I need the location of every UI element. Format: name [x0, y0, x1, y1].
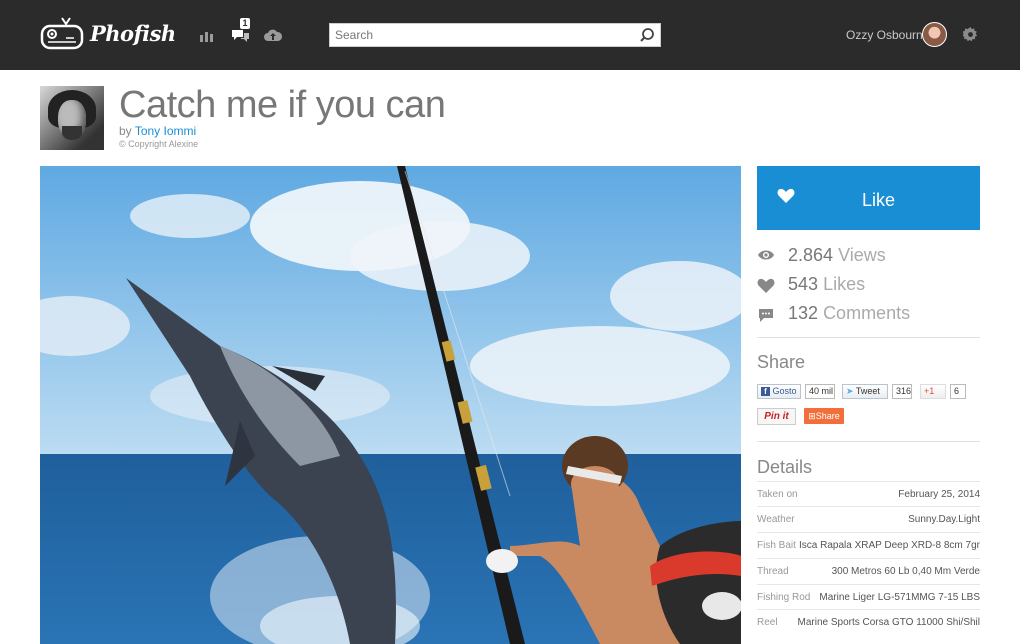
byline: by Tony Iommi: [119, 124, 196, 138]
detail-row-fishing-rod: Fishing Rod Marine Liger LG-571MMG 7-15 …: [757, 584, 980, 609]
detail-value: 300 Metros 60 Lb 0,40 Mm Verde: [831, 566, 980, 577]
marlin-fishing-photo: [40, 166, 741, 644]
detail-row-weather: Weather Sunny.Day.Light: [757, 506, 980, 531]
detail-key: Fish Bait: [757, 540, 796, 551]
facebook-label: Gosto: [772, 386, 797, 396]
tweet-count: 316: [892, 384, 912, 399]
pinterest-button[interactable]: Pin it: [757, 408, 796, 425]
google-plus-count: 6: [950, 384, 966, 399]
likes-count: 543: [788, 274, 819, 294]
detail-key: Weather: [757, 514, 795, 525]
like-button[interactable]: Like: [757, 166, 980, 230]
views-label: Views: [838, 245, 886, 265]
by-label: by: [119, 124, 132, 138]
tweet-button[interactable]: ➤ Tweet: [842, 384, 888, 399]
gplus-label: +1: [924, 386, 935, 396]
share-button[interactable]: ⊞Share: [804, 408, 844, 424]
upload-nav-button[interactable]: [263, 27, 283, 45]
logo-text: Phofish: [90, 20, 176, 46]
bar-chart-icon: [200, 32, 213, 42]
facebook-count: 40 mil: [805, 384, 835, 399]
notification-badge: 1: [240, 18, 250, 29]
eye-icon: [758, 250, 774, 260]
like-label: Like: [861, 190, 896, 210]
author-avatar[interactable]: [40, 86, 104, 150]
detail-value: Marine Sports Corsa GTO 11000 Shi/Shil: [797, 617, 981, 628]
whale-logo-icon: [40, 17, 84, 50]
detail-key: Taken on: [757, 489, 798, 500]
search-icon[interactable]: [639, 27, 655, 43]
detail-row-thread: Thread 300 Metros 60 Lb 0,40 Mm Verde: [757, 558, 980, 583]
search-box: [329, 23, 661, 47]
views-count: 2.864: [788, 245, 834, 265]
detail-row-fish-bait: Fish Bait Isca Rapala XRAP Deep XRD-8 8c…: [757, 532, 980, 557]
copyright-text: © Copyright Alexine: [119, 139, 199, 149]
comment-icon: [759, 309, 773, 322]
google-plus-button[interactable]: +1: [920, 384, 946, 399]
detail-row-reel: Reel Marine Sports Corsa GTO 11000 Shi/S…: [757, 609, 980, 634]
likes-label: Likes: [823, 274, 866, 294]
detail-row-taken-on: Taken on February 25, 2014: [757, 481, 980, 506]
share-plus-icon: ⊞: [808, 411, 816, 421]
facebook-icon: f: [761, 387, 770, 396]
detail-key: Fishing Rod: [757, 592, 811, 603]
detail-value: Marine Liger LG-571MMG 7-15 LBS: [819, 592, 980, 603]
facebook-like-button[interactable]: f Gosto: [757, 384, 801, 399]
share-title: Share: [757, 352, 806, 372]
detail-value: Sunny.Day.Light: [908, 514, 980, 525]
messages-nav-button[interactable]: 1: [231, 18, 251, 45]
detail-key: Reel: [757, 617, 778, 628]
share-label: Share: [815, 411, 840, 421]
detail-value: Isca Rapala XRAP Deep XRD-8 8cm 7gr: [798, 540, 980, 551]
divider: [757, 337, 980, 338]
detail-key: Thread: [757, 566, 789, 577]
gear-icon[interactable]: [963, 27, 978, 42]
user-avatar[interactable]: [922, 22, 947, 47]
tweet-label: Tweet: [855, 386, 880, 396]
chat-bubbles-icon: [232, 30, 249, 42]
author-link[interactable]: Tony Iommi: [135, 124, 196, 138]
twitter-bird-icon: ➤: [846, 386, 854, 396]
cloud-upload-icon: [264, 29, 283, 41]
photo-title: Catch me if you can: [119, 84, 446, 126]
details-title: Details: [757, 457, 813, 477]
logo[interactable]: Phofish: [40, 14, 176, 52]
detail-value: February 25, 2014: [898, 489, 980, 500]
divider: [757, 441, 980, 442]
main-photo[interactable]: [40, 166, 741, 644]
stats-nav-button[interactable]: [199, 27, 219, 45]
heart-icon: [757, 278, 775, 293]
user-name[interactable]: Ozzy Osbourne: [846, 28, 929, 42]
top-navigation-bar: Phofish 1 Ozzy Osbourne: [0, 0, 1020, 70]
comments-label: Comments: [823, 303, 911, 323]
comments-count: 132: [788, 303, 819, 323]
search-input[interactable]: [330, 24, 630, 46]
